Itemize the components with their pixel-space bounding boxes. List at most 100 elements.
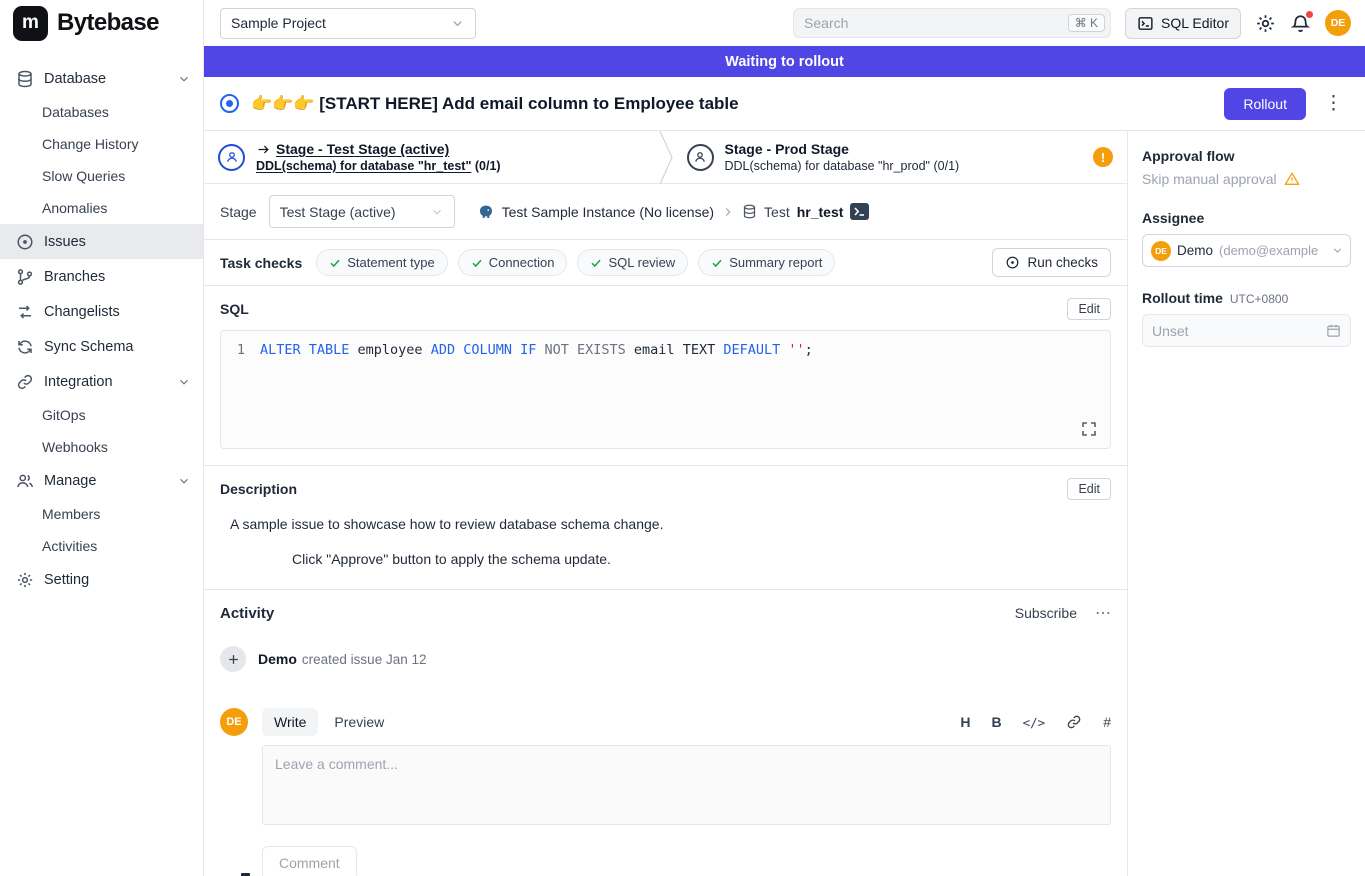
subscribe-button[interactable]: Subscribe (1015, 605, 1077, 621)
code-format-button[interactable]: </> (1023, 715, 1046, 730)
gear-icon[interactable] (1255, 13, 1276, 34)
rollout-time-title: Rollout time (1142, 290, 1223, 306)
sidebar-item-changelists[interactable]: Changelists (0, 294, 203, 329)
sql-edit-button[interactable]: Edit (1067, 298, 1111, 320)
tab-write[interactable]: Write (262, 708, 318, 736)
rollout-time-input[interactable]: Unset (1142, 314, 1351, 347)
sidebar-item-issues[interactable]: Issues (0, 224, 203, 259)
activity-menu-button[interactable]: ⋯ (1095, 603, 1111, 623)
database-breadcrumb: Test Sample Instance (No license) Test h… (477, 203, 870, 221)
hash-format-button[interactable]: # (1103, 714, 1111, 730)
attention-icon: ! (1093, 147, 1113, 167)
sql-editor-button[interactable]: SQL Editor (1125, 8, 1241, 39)
sidebar-item-label: Database (44, 71, 106, 87)
sidebar-item-activities[interactable]: Activities (0, 530, 203, 562)
bell-icon[interactable] (1290, 13, 1311, 34)
sidebar-item-database[interactable]: Database (0, 61, 203, 96)
sql-editor-readonly[interactable]: 1 ALTER TABLE employee ADD COLUMN IF NOT… (220, 330, 1111, 449)
description-edit-button[interactable]: Edit (1067, 478, 1111, 500)
search-shortcut: ⌘ K (1068, 14, 1105, 32)
assignee-title: Assignee (1142, 210, 1351, 226)
expand-icon[interactable] (1081, 421, 1097, 437)
person-icon (218, 144, 245, 171)
sidebar-item-slow-queries[interactable]: Slow Queries (0, 160, 203, 192)
open-sql-editor-icon[interactable] (850, 203, 869, 220)
sidebar-item-gitops[interactable]: GitOps (0, 399, 203, 431)
search-box[interactable]: ⌘ K (793, 8, 1111, 38)
stage-select[interactable]: Test Stage (active) (269, 195, 455, 228)
app: m Bytebase Database Databases Change His… (0, 0, 1365, 876)
assignee-select[interactable]: DE Demo (demo@example (1142, 234, 1351, 267)
run-checks-button[interactable]: Run checks (992, 248, 1111, 277)
link-format-icon[interactable] (1066, 714, 1082, 730)
task-checks-row: Task checks Statement type Connection SQ… (204, 240, 1127, 286)
warning-icon (1284, 171, 1300, 187)
activity-section: Activity Subscribe ⋯ Democreated issue J… (204, 589, 1127, 876)
instance-link[interactable]: Test Sample Instance (No license) (502, 204, 714, 220)
skip-approval-label: Skip manual approval (1142, 171, 1277, 187)
project-select[interactable]: Sample Project (220, 8, 476, 39)
sidebar-item-sync-schema[interactable]: Sync Schema (0, 329, 203, 364)
stage-card-test[interactable]: Stage - Test Stage (active) DDL(schema) … (204, 131, 659, 183)
stage-task: DDL(schema) for database "hr_test" (256, 159, 471, 173)
sidebar-item-label: Integration (44, 374, 113, 390)
assignee-name: Demo (1177, 243, 1213, 258)
stage-select-value: Test Stage (active) (280, 204, 396, 220)
database-link[interactable]: hr_test (797, 204, 844, 220)
database-icon (16, 70, 34, 88)
user-avatar[interactable]: DE (1325, 10, 1351, 36)
sidebar-item-branches[interactable]: Branches (0, 259, 203, 294)
search-input[interactable] (804, 15, 1068, 31)
stage-label: Stage (220, 204, 257, 220)
issue-menu-button[interactable]: ⋮ (1318, 92, 1349, 115)
person-icon (687, 144, 714, 171)
brand[interactable]: m Bytebase (0, 0, 203, 46)
stage-task-count: (0/1) (475, 159, 501, 173)
sidebar-item-anomalies[interactable]: Anomalies (0, 192, 203, 224)
check-pass-icon (329, 257, 341, 269)
description-text: Click "Approve" button to apply the sche… (220, 551, 1111, 567)
chevron-down-icon (177, 375, 191, 389)
stage-task: DDL(schema) for database "hr_prod" (725, 159, 931, 173)
scan-icon (1005, 255, 1020, 270)
sidebar: m Bytebase Database Databases Change His… (0, 0, 204, 876)
check-pass-icon (711, 257, 723, 269)
check-summary-report[interactable]: Summary report (698, 249, 835, 276)
description-section-title: Description (220, 481, 297, 497)
sidebar-item-change-history[interactable]: Change History (0, 128, 203, 160)
sql-statement: ALTER TABLE employee ADD COLUMN IF NOT E… (260, 342, 813, 437)
sidebar-item-webhooks[interactable]: Webhooks (0, 431, 203, 463)
check-statement-type[interactable]: Statement type (316, 249, 447, 276)
stage-card-prod[interactable]: Stage - Prod Stage DDL(schema) for datab… (673, 131, 1128, 183)
check-connection[interactable]: Connection (458, 249, 568, 276)
user-avatar: DE (220, 708, 248, 736)
sidebar-item-databases[interactable]: Databases (0, 96, 203, 128)
timezone-label: UTC+0800 (1230, 292, 1288, 306)
sidebar-item-manage[interactable]: Manage (0, 463, 203, 498)
tab-preview[interactable]: Preview (322, 708, 396, 736)
task-checks-label: Task checks (220, 255, 302, 271)
rollout-button[interactable]: Rollout (1224, 88, 1306, 120)
arrow-right-icon (256, 142, 271, 157)
sidebar-item-setting[interactable]: Setting (0, 562, 203, 597)
chevron-down-icon (177, 474, 191, 488)
activity-actor: Demo (258, 651, 297, 667)
plus-icon (220, 646, 246, 672)
chevron-down-icon (450, 16, 465, 31)
sidebar-nav: Database Databases Change History Slow Q… (0, 46, 203, 597)
stage-pipeline: Stage - Test Stage (active) DDL(schema) … (204, 131, 1127, 184)
bold-format-button[interactable]: B (992, 714, 1002, 730)
postgres-icon (477, 203, 495, 221)
notification-dot (1306, 11, 1313, 18)
database-icon (742, 204, 757, 219)
stage-name: Stage - Prod Stage (725, 141, 960, 157)
sidebar-item-integration[interactable]: Integration (0, 364, 203, 399)
link-icon (16, 373, 34, 391)
comment-input[interactable] (262, 745, 1111, 825)
comment-submit-button[interactable]: Comment (262, 846, 357, 876)
project-select-value: Sample Project (231, 15, 326, 31)
chevron-down-icon (177, 72, 191, 86)
sidebar-item-members[interactable]: Members (0, 498, 203, 530)
heading-format-button[interactable]: H (960, 714, 970, 730)
check-sql-review[interactable]: SQL review (577, 249, 688, 276)
